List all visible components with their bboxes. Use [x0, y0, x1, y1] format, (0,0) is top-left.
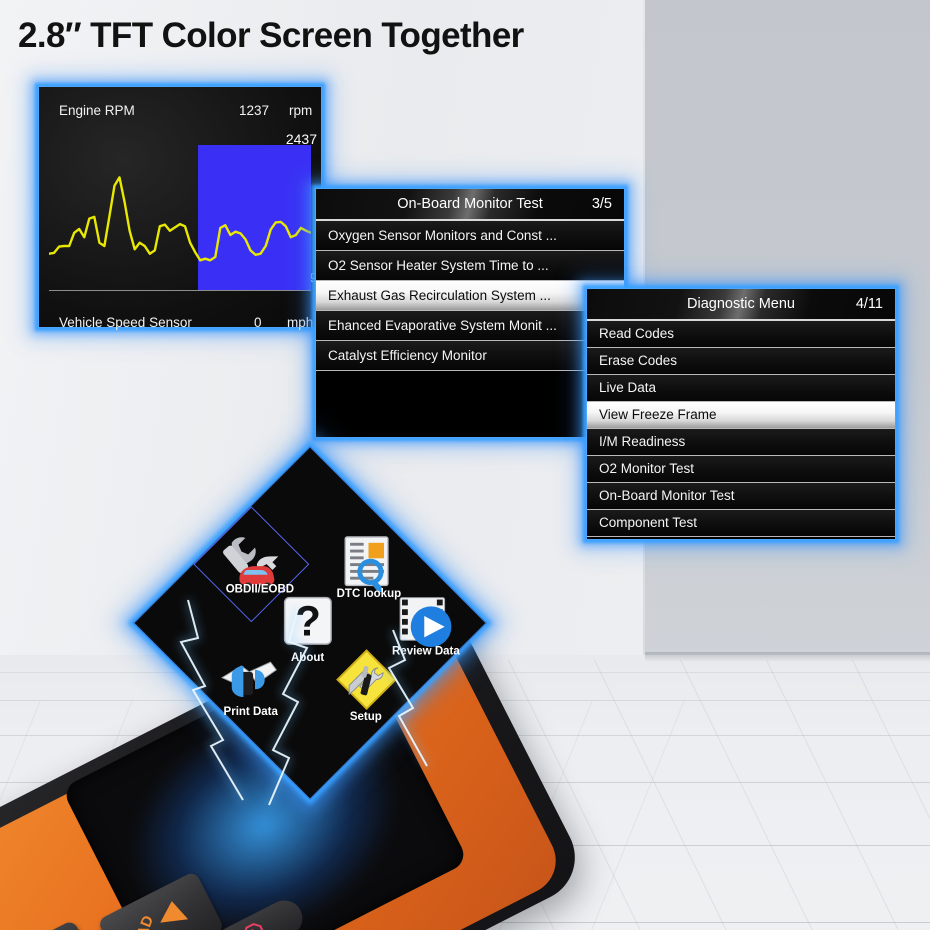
diag-header-count: 4/11 — [855, 296, 883, 312]
diag-item-list: Read Codes Erase Codes Live Data View Freez… — [587, 321, 895, 537]
graph-divider — [49, 290, 311, 291]
menu-label-about: About — [290, 651, 325, 664]
obm-header-title: On-Board Monitor Test — [397, 196, 543, 212]
menu-item-label: Component Test — [599, 515, 698, 530]
page-title: 2.8″ TFT Color Screen Together — [18, 16, 524, 55]
film-play-icon — [399, 596, 452, 647]
live-data-graph-screen: Engine RPM 1237 rpm 2437 9 Vehicle Speed… — [38, 86, 322, 330]
menu-item[interactable]: Catalyst Efficiency Monitor — [316, 341, 624, 371]
menu-item-label: Oxygen Sensor Monitors and Const ... — [328, 228, 557, 243]
printer-page-icon — [220, 661, 277, 697]
menu-item[interactable]: I/M Readiness — [587, 429, 895, 456]
menu-item-label: Exhaust Gas Recirculation System ... — [328, 288, 551, 303]
menu-item-label: I/M Readiness — [599, 434, 686, 449]
obm-header-count: 3/5 — [591, 196, 612, 212]
device-home-screen-wrapper: OBDII/EOBD DTC lookup Review Data Setup … — [133, 446, 523, 806]
menu-item-label: O2 Monitor Test — [599, 461, 695, 476]
menu-item-label: On-Board Monitor Test — [599, 488, 735, 503]
obm-item-list: Oxygen Sensor Monitors and Const ... O2 S… — [316, 221, 624, 371]
graph-bottom-unit: mph — [287, 315, 314, 330]
graph-top-unit: rpm — [289, 103, 313, 118]
menu-item[interactable]: Ehanced Evaporative System Monit ... — [316, 311, 624, 341]
menu-item[interactable]: Live Data — [587, 375, 895, 402]
svg-text:?: ? — [295, 597, 321, 645]
menu-item[interactable]: Exhaust Gas Recirculation System ... — [316, 281, 624, 311]
menu-item[interactable]: Oxygen Sensor Monitors and Const ... — [316, 221, 624, 251]
diag-header-title: Diagnostic Menu — [687, 296, 795, 312]
menu-item-label: View Freeze Frame — [599, 407, 717, 422]
menu-item-label: Read Codes — [599, 326, 675, 341]
graph-plot-area — [49, 145, 311, 290]
button-read-label: READ — [126, 913, 158, 930]
tools-warning-icon — [335, 648, 397, 710]
menu-item[interactable]: On-Board Monitor Test — [587, 483, 895, 510]
graph-top-value: 1237 — [239, 103, 270, 118]
graph-bottom-value: 0 — [254, 315, 262, 330]
menu-item[interactable]: Read Codes — [587, 321, 895, 348]
menu-item[interactable]: O2 Monitor Test — [587, 456, 895, 483]
graph-bottom-label: Vehicle Speed Sensor — [59, 315, 192, 330]
menu-label-setup: Setup — [349, 711, 382, 724]
graph-top-label: Engine RPM — [59, 103, 135, 118]
menu-item[interactable]: Component Test — [587, 510, 895, 537]
diag-header: Diagnostic Menu 4/11 — [587, 289, 895, 319]
menu-item-label: Live Data — [599, 380, 657, 395]
menu-item[interactable]: View Freeze Frame — [587, 402, 895, 429]
device-home-icon-menu: OBDII/EOBD DTC lookup Review Data Setup … — [133, 446, 487, 800]
obm-empty-area — [316, 371, 624, 436]
on-board-monitor-test-screen: On-Board Monitor Test 3/5 Oxygen Sensor … — [315, 188, 625, 438]
up-triangle-icon — [157, 899, 189, 923]
menu-item-label: Catalyst Efficiency Monitor — [328, 348, 487, 363]
rpm-waveform — [49, 176, 311, 262]
question-mark-icon: ? — [283, 596, 332, 645]
menu-item-label: O2 Sensor Heater System Time to ... — [328, 258, 549, 273]
menu-item[interactable]: O2 Sensor Heater System Time to ... — [316, 251, 624, 281]
scene: 2.8″ TFT Color Screen Together Engine RP… — [0, 0, 930, 930]
menu-item-label: Ehanced Evaporative System Monit ... — [328, 318, 557, 333]
menu-item[interactable]: Erase Codes — [587, 348, 895, 375]
red-stop-led — [243, 922, 266, 930]
document-magnifier-icon — [344, 536, 389, 593]
menu-item-label: Erase Codes — [599, 353, 678, 368]
diagnostic-menu-screen: Diagnostic Menu 4/11 Read Codes Erase Cod… — [586, 288, 896, 540]
obm-header: On-Board Monitor Test 3/5 — [316, 189, 624, 219]
menu-label-review-data: Review Data — [391, 645, 460, 658]
menu-label-dtc-lookup: DTC lookup — [336, 587, 402, 600]
menu-label-print-data: Print Data — [223, 705, 278, 718]
